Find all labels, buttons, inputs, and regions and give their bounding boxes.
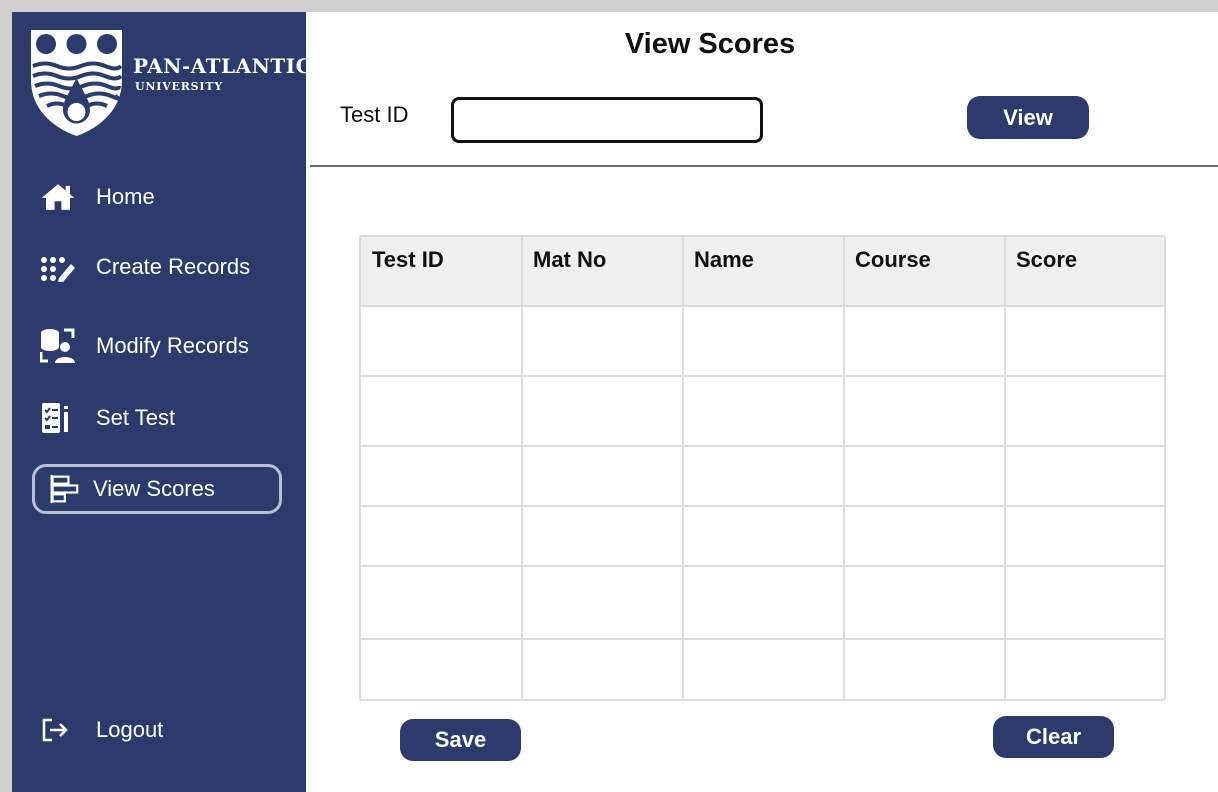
table-row[interactable] [361, 640, 1164, 699]
sidebar-item-home[interactable]: Home [32, 173, 282, 221]
column-header-course[interactable]: Course [844, 237, 1005, 305]
sidebar-item-create-records[interactable]: Create Records [32, 243, 282, 291]
logout-label: Logout [96, 717, 164, 742]
page-title: View Scores [624, 28, 796, 60]
table-row[interactable] [361, 307, 1164, 375]
sidebar-item-label: Set Test [96, 405, 176, 430]
scores-table: Test ID Mat No Name Course Score [359, 235, 1166, 701]
brand-name: PAN-ATLANTIC [133, 54, 313, 78]
view-button[interactable]: View [967, 96, 1089, 139]
sidebar-item-modify-records[interactable]: Modify Records [32, 322, 282, 370]
shield-logo-icon [31, 30, 123, 136]
header-divider [310, 165, 1218, 167]
sidebar-item-view-scores[interactable]: View Scores [32, 464, 282, 514]
table-row[interactable] [361, 567, 1164, 638]
table-row[interactable] [361, 447, 1164, 505]
modify-records-icon [32, 322, 76, 370]
table-header-row: Test ID Mat No Name Course Score [361, 237, 1164, 305]
sidebar-item-label: Create Records [96, 254, 251, 279]
create-records-icon [32, 243, 76, 291]
sidebar-item-set-test[interactable]: Set Test [32, 394, 282, 442]
logout-icon [32, 706, 76, 754]
home-icon [32, 173, 76, 221]
brand-subtitle: UNIVERSITY [135, 80, 223, 93]
university-logo: PAN-ATLANTIC UNIVERSITY [29, 28, 312, 153]
sidebar-item-label: Modify Records [96, 333, 249, 358]
view-scores-icon [35, 465, 79, 513]
table-row[interactable] [361, 507, 1164, 565]
sidebar-item-label: Home [96, 184, 155, 209]
table-row[interactable] [361, 377, 1164, 445]
test-id-label: Test ID [340, 102, 409, 127]
logout-button[interactable]: Logout [32, 706, 282, 754]
column-header-test-id[interactable]: Test ID [361, 237, 522, 305]
sidebar: PAN-ATLANTIC UNIVERSITY Home Create Reco… [12, 12, 312, 792]
sidebar-item-label: View Scores [93, 476, 215, 501]
column-header-mat-no[interactable]: Mat No [522, 237, 683, 305]
column-header-score[interactable]: Score [1005, 237, 1164, 305]
save-button[interactable]: Save [400, 719, 521, 761]
test-id-input[interactable] [451, 97, 763, 143]
column-header-name[interactable]: Name [683, 237, 844, 305]
clear-button[interactable]: Clear [993, 716, 1114, 758]
set-test-icon [32, 394, 76, 442]
